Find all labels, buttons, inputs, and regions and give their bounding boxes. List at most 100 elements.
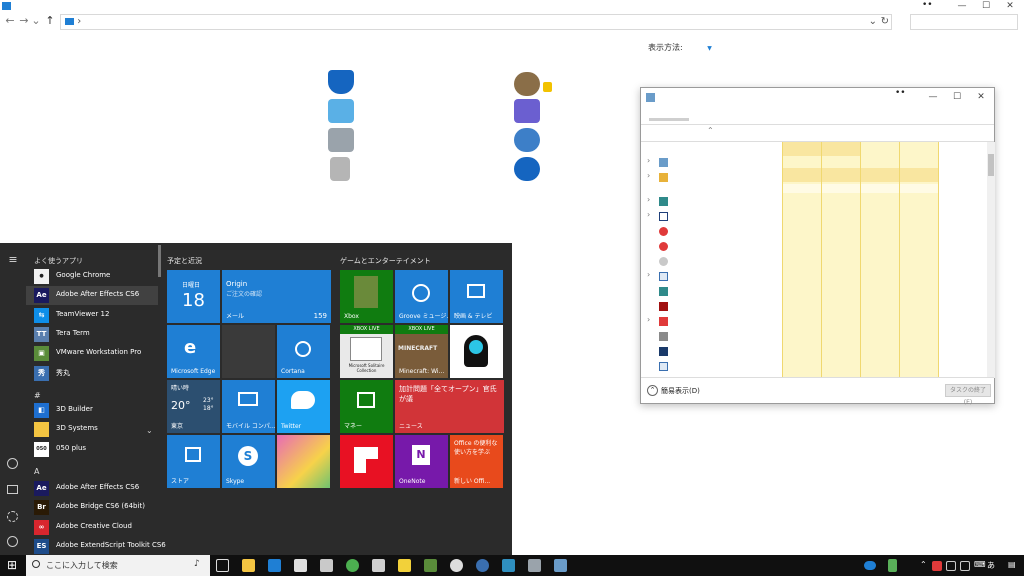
search-input[interactable] (910, 14, 1018, 30)
up-button[interactable]: ↑ (42, 14, 58, 27)
scrollbar[interactable] (987, 142, 995, 378)
clock-region-icon[interactable] (514, 128, 540, 152)
hamburger-menu-icon[interactable]: ≡ (6, 253, 20, 267)
process-row[interactable] (645, 330, 675, 342)
expand-arrow-icon[interactable]: › (647, 315, 650, 324)
tray-security-icon[interactable] (932, 561, 942, 571)
tera-term-icon[interactable] (502, 559, 515, 572)
close-button[interactable]: ✕ (1000, 0, 1020, 12)
eye-icon[interactable] (476, 559, 489, 572)
maximize-button[interactable]: ☐ (976, 0, 996, 12)
network-icon[interactable] (328, 99, 354, 123)
close-button[interactable]: ✕ (971, 91, 991, 103)
view-by-control[interactable]: 表示方法: ▼ (648, 42, 712, 53)
app-list-item[interactable]: 050 050 plus (26, 440, 158, 459)
tab-strip[interactable] (649, 118, 689, 121)
flipboard-tile[interactable] (340, 435, 393, 488)
tray-network-icon[interactable] (946, 561, 956, 571)
maximize-button[interactable]: ☐ (947, 91, 967, 103)
keyboard-icon[interactable]: ⌨ (974, 560, 986, 569)
game-tile[interactable] (277, 435, 330, 488)
twitter-tile[interactable]: Twitter (277, 380, 330, 433)
explorer-icon[interactable] (7, 485, 18, 494)
process-row[interactable] (645, 360, 675, 372)
settings-gear-icon[interactable] (450, 559, 463, 572)
chevron-up-icon[interactable]: ⌃ (647, 385, 658, 396)
ease-of-access-icon[interactable] (514, 157, 540, 181)
app-list-item[interactable]: ES Adobe ExtendScript Toolkit CS6 (26, 537, 166, 556)
process-row[interactable]: › (645, 156, 675, 168)
tray-overflow-icon[interactable]: ⌃ (920, 560, 927, 569)
group-header-schedule[interactable]: 予定と近況 (167, 256, 202, 266)
process-row[interactable] (645, 225, 675, 237)
cortana-tile[interactable]: Cortana (277, 325, 330, 378)
money-tile[interactable]: マネー (340, 380, 393, 433)
chrome-icon[interactable] (346, 559, 359, 572)
ime-indicator[interactable]: あ (987, 560, 995, 571)
taskbar-search-box[interactable]: ここに入力して検索 ♪ (26, 555, 210, 576)
volume-icon[interactable] (960, 561, 970, 571)
process-row[interactable] (645, 285, 675, 297)
expand-arrow-icon[interactable]: › (647, 156, 650, 165)
refresh-button[interactable]: ↻ (881, 15, 889, 29)
store-icon[interactable] (294, 559, 307, 572)
app-list-item[interactable]: ⇆ TeamViewer 12 (26, 306, 158, 325)
calculator-icon[interactable] (320, 559, 333, 572)
a-header[interactable]: A (34, 467, 39, 476)
process-row[interactable]: › (645, 270, 675, 282)
app-list-scrollbar[interactable] (158, 245, 161, 277)
app-list-item[interactable]: Ae Adobe After Effects CS6 (26, 479, 158, 498)
column-header-row[interactable]: ⌃ (641, 124, 994, 142)
fewer-details-link[interactable]: 簡易表示(D) (661, 386, 700, 396)
file-explorer-icon[interactable] (242, 559, 255, 572)
control-panel-icon[interactable] (528, 559, 541, 572)
settings-gear-icon[interactable] (7, 511, 18, 522)
start-button[interactable]: ⊞ (7, 558, 17, 572)
process-row[interactable] (645, 240, 675, 252)
chevron-down-icon[interactable]: ⌄ (146, 426, 153, 435)
store-tile[interactable]: ストア (167, 435, 220, 488)
expand-arrow-icon[interactable]: › (647, 171, 650, 180)
programs-icon[interactable] (330, 157, 350, 181)
edge-icon[interactable] (268, 559, 281, 572)
sticky-notes-icon[interactable] (398, 559, 411, 572)
tray-app-icon[interactable] (888, 559, 897, 572)
expand-arrow-icon[interactable]: › (647, 195, 650, 204)
onedrive-icon[interactable] (864, 561, 876, 570)
mail-tile[interactable]: Origin ご注文の確認 メール 159 (222, 270, 331, 323)
office-tile[interactable]: Office の便利な使い方を学ぶ 新しい Offi... (450, 435, 503, 488)
app-list-item[interactable]: Ae Adobe After Effects CS6 (26, 286, 158, 306)
app-list-item[interactable]: ∞ Adobe Creative Cloud (26, 518, 158, 537)
process-row[interactable] (645, 345, 675, 357)
address-input[interactable]: › ⌄ ↻ (60, 14, 892, 30)
app-list-item[interactable]: ● Google Chrome (26, 267, 158, 286)
weather-tile[interactable]: 晴い時 20° 23° 18° 東京 (167, 380, 220, 433)
power-icon[interactable] (7, 536, 18, 547)
news-tile[interactable]: 加計問題「全てオープン」官氏が議 ニュース (395, 380, 504, 433)
process-row[interactable] (645, 300, 675, 312)
process-row[interactable]: › (645, 195, 675, 207)
app-list-item[interactable]: TT Tera Term (26, 325, 158, 344)
calendar-tile[interactable]: 日曜日 18 (167, 270, 220, 323)
edge-tile[interactable]: e Microsoft Edge (167, 325, 220, 378)
solitaire-tile[interactable]: XBOX LIVE Microsoft Solitaire Collection (340, 325, 393, 378)
app-list-item[interactable]: 秀秀丸 (26, 364, 158, 383)
end-task-button[interactable]: タスクの終了(E) (945, 384, 991, 406)
minecraft-tile[interactable]: XBOX LIVE MINECRAFT Minecraft: Wi... (395, 325, 448, 378)
app-list-item[interactable]: ▬ 3D Systems (26, 420, 158, 439)
mobile-companion-tile[interactable]: モバイル コンパ... (222, 380, 275, 433)
hardware-printer-icon[interactable] (328, 128, 354, 152)
expand-arrow-icon[interactable]: › (647, 270, 650, 279)
skype-tile[interactable]: S Skype (222, 435, 275, 488)
expand-arrow-icon[interactable]: › (647, 210, 650, 219)
user-accounts-icon[interactable] (514, 72, 540, 96)
task-view-icon[interactable] (216, 559, 229, 572)
groove-tile[interactable]: Groove ミュージ... (395, 270, 448, 323)
onenote-tile[interactable]: N OneNote (395, 435, 448, 488)
app-list-item[interactable]: ◧ 3D Builder (26, 401, 158, 420)
process-row[interactable]: › (645, 315, 675, 327)
notification-center-icon[interactable]: ▤ (1008, 560, 1016, 569)
address-dropdown[interactable]: ⌄ (869, 15, 877, 29)
user-icon[interactable] (7, 458, 18, 469)
process-row[interactable]: › (645, 171, 675, 183)
